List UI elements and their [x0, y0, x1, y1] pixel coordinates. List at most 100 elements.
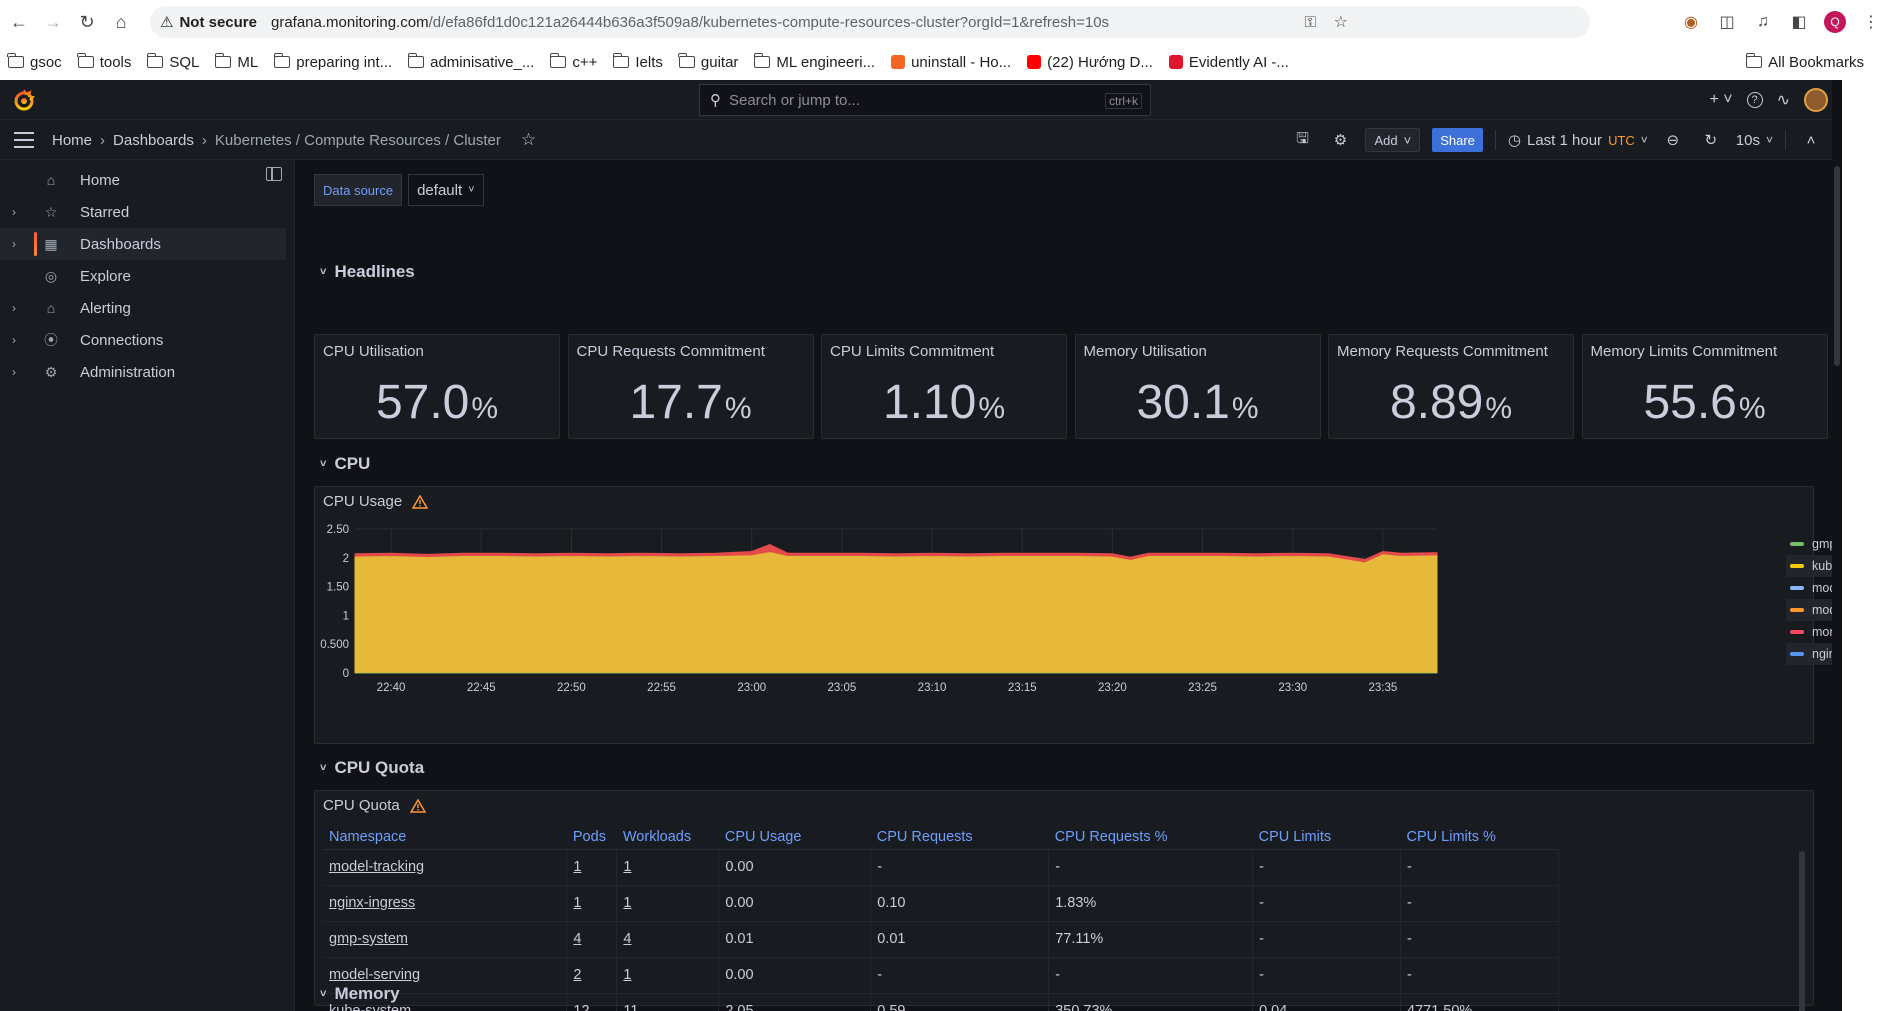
- cell-value[interactable]: model-tracking: [329, 859, 424, 875]
- cell-value[interactable]: nginx-ingress: [329, 895, 415, 911]
- chevron-right-icon[interactable]: ›: [12, 237, 16, 251]
- nav-item-connections[interactable]: › ⦿ Connections: [0, 324, 294, 356]
- bookmark-item[interactable]: SQL: [146, 53, 199, 71]
- page-scrollbar[interactable]: [1832, 80, 1842, 1011]
- extension-cookie-icon[interactable]: ◉: [1676, 7, 1706, 37]
- cell-value[interactable]: 1: [623, 967, 631, 983]
- warning-icon[interactable]: [412, 494, 429, 509]
- share-button[interactable]: Share: [1432, 128, 1483, 152]
- chevron-right-icon[interactable]: ›: [12, 205, 16, 219]
- profile-avatar[interactable]: Q: [1820, 7, 1850, 37]
- column-header[interactable]: Workloads: [616, 825, 719, 850]
- nav-item-home[interactable]: ⌂ Home: [0, 164, 294, 196]
- column-header[interactable]: CPU Usage: [718, 825, 871, 850]
- chevron-right-icon[interactable]: ›: [12, 301, 16, 315]
- table-cell-link[interactable]: 11: [616, 993, 720, 1011]
- nav-item-administration[interactable]: › ⚙ Administration: [0, 356, 294, 388]
- stat-panel[interactable]: CPU Limits Commitment 1.10%: [821, 334, 1067, 439]
- save-icon[interactable]: 🖫: [1289, 127, 1315, 153]
- nav-item-starred[interactable]: › ☆ Starred: [0, 196, 294, 228]
- bookmark-item[interactable]: guitar: [678, 53, 738, 71]
- cell-value[interactable]: 4: [573, 931, 581, 947]
- all-bookmarks[interactable]: All Bookmarks: [1745, 44, 1864, 80]
- browser-menu-icon[interactable]: ⋮: [1856, 7, 1886, 37]
- column-header[interactable]: CPU Limits: [1252, 825, 1401, 850]
- breadcrumb-dashboards[interactable]: Dashboards: [113, 132, 194, 149]
- cell-value[interactable]: 1: [623, 895, 631, 911]
- column-header[interactable]: CPU Requests %: [1048, 825, 1253, 850]
- bookmark-item[interactable]: adminisative_...: [407, 53, 534, 71]
- row-memory[interactable]: ˅ Memory: [320, 982, 400, 1006]
- table-cell-link[interactable]: model-tracking: [323, 849, 568, 886]
- menu-hamburger-icon[interactable]: [14, 132, 34, 148]
- legend-item-gmp-system[interactable]: gmp-system: [1786, 533, 1832, 555]
- cell-value[interactable]: model-serving: [329, 967, 420, 983]
- star-dashboard-icon[interactable]: ☆: [521, 130, 536, 150]
- cell-value[interactable]: 11: [623, 1003, 638, 1011]
- cell-value[interactable]: 1: [623, 859, 631, 875]
- news-rss-icon[interactable]: ∿: [1777, 90, 1790, 110]
- table-cell-link[interactable]: 1: [616, 957, 720, 994]
- series-area-kube-system[interactable]: [354, 550, 1438, 673]
- nav-item-alerting[interactable]: › ⌂ Alerting: [0, 292, 294, 324]
- legend-item-monitoring[interactable]: monitoring: [1786, 621, 1832, 643]
- bookmark-item[interactable]: (22) Hướng D...: [1027, 54, 1153, 71]
- cell-value[interactable]: 12: [573, 1003, 589, 1011]
- add-button[interactable]: Add ˅: [1365, 128, 1421, 152]
- table-cell-link[interactable]: 1: [616, 849, 720, 886]
- table-cell-link[interactable]: 12: [566, 993, 618, 1011]
- grafana-logo-icon[interactable]: [12, 88, 36, 112]
- cpu-usage-panel[interactable]: CPU Usage 0 0.500 1 1.50 2 2.50 22:40 22:45 22:5…: [314, 486, 1832, 745]
- table-cell-link[interactable]: 1: [566, 885, 618, 922]
- back-icon[interactable]: ←: [2, 5, 36, 39]
- collapse-chevron-up-icon[interactable]: ˄: [1798, 127, 1824, 153]
- bookmark-item[interactable]: preparing int...: [273, 53, 392, 71]
- legend-item-model-tracking[interactable]: model-tracking: [1786, 599, 1832, 621]
- media-icon[interactable]: ♫: [1748, 7, 1778, 37]
- search-input[interactable]: ⚲ Search or jump to... ctrl+k: [699, 84, 1151, 116]
- stat-panel[interactable]: CPU Requests Commitment 17.7%: [567, 334, 814, 439]
- column-header[interactable]: Namespace: [323, 825, 567, 850]
- cpu-usage-chart[interactable]: 0 0.500 1 1.50 2 2.50 22:40 22:45 22:50 22:55 23:0…: [315, 517, 1775, 745]
- bookmark-item[interactable]: gsoc: [7, 53, 62, 71]
- stat-panel[interactable]: Memory Requests Commitment 8.89%: [1328, 334, 1574, 439]
- chevron-right-icon[interactable]: ›: [12, 365, 16, 379]
- nav-item-explore[interactable]: ◎ Explore: [0, 260, 294, 292]
- cell-value[interactable]: 1: [573, 895, 581, 911]
- refresh-icon[interactable]: ↻: [1698, 127, 1724, 153]
- cell-value[interactable]: 2: [573, 967, 581, 983]
- breadcrumb-home[interactable]: Home: [52, 132, 92, 149]
- table-scrollbar[interactable]: [1799, 851, 1805, 1011]
- user-avatar[interactable]: [1804, 88, 1828, 112]
- home-browser-icon[interactable]: ⌂: [104, 5, 138, 39]
- column-header[interactable]: CPU Limits %: [1400, 825, 1559, 850]
- table-cell-link[interactable]: 4: [566, 921, 618, 958]
- stat-panel[interactable]: Memory Limits Commitment 55.6%: [1581, 334, 1828, 439]
- new-plus-icon[interactable]: + ˅: [1709, 91, 1732, 109]
- row-cpu[interactable]: ˅ CPU: [320, 452, 370, 476]
- table-cell-link[interactable]: nginx-ingress: [323, 885, 568, 922]
- zoom-out-icon[interactable]: ⊖: [1660, 127, 1686, 153]
- chevron-right-icon[interactable]: ›: [12, 333, 16, 347]
- cpu-quota-panel[interactable]: CPU Quota Namespace Pods Workloads CPU Usag…: [314, 790, 1814, 1011]
- table-cell-link[interactable]: 4: [616, 921, 720, 958]
- refresh-interval-picker[interactable]: 10s ˅: [1736, 132, 1773, 149]
- row-cpu-quota[interactable]: ˅ CPU Quota: [320, 756, 424, 780]
- bookmark-item[interactable]: Ielts: [612, 53, 663, 71]
- bookmark-star-icon[interactable]: ☆: [1334, 12, 1348, 32]
- security-indicator[interactable]: ⚠ Not secure: [160, 13, 257, 32]
- bookmark-item[interactable]: Evidently AI -...: [1168, 54, 1289, 71]
- cell-value[interactable]: 4: [623, 931, 631, 947]
- legend-item-kube-system[interactable]: kube-system: [1786, 555, 1832, 577]
- time-range-picker[interactable]: ◷ Last 1 hour UTC ˅: [1508, 131, 1648, 150]
- nav-item-dashboards[interactable]: › ▦ Dashboards: [0, 228, 286, 260]
- column-header[interactable]: CPU Requests: [870, 825, 1049, 850]
- cell-value[interactable]: gmp-system: [329, 931, 408, 947]
- column-header[interactable]: Pods: [566, 825, 617, 850]
- help-icon[interactable]: ?: [1746, 92, 1763, 108]
- table-cell-link[interactable]: gmp-system: [323, 921, 568, 958]
- settings-gear-icon[interactable]: ⚙: [1327, 127, 1353, 153]
- side-panel-icon[interactable]: ◧: [1784, 7, 1814, 37]
- password-key-icon[interactable]: ⚿: [1305, 14, 1316, 31]
- stat-panel[interactable]: CPU Utilisation 57.0%: [314, 334, 560, 439]
